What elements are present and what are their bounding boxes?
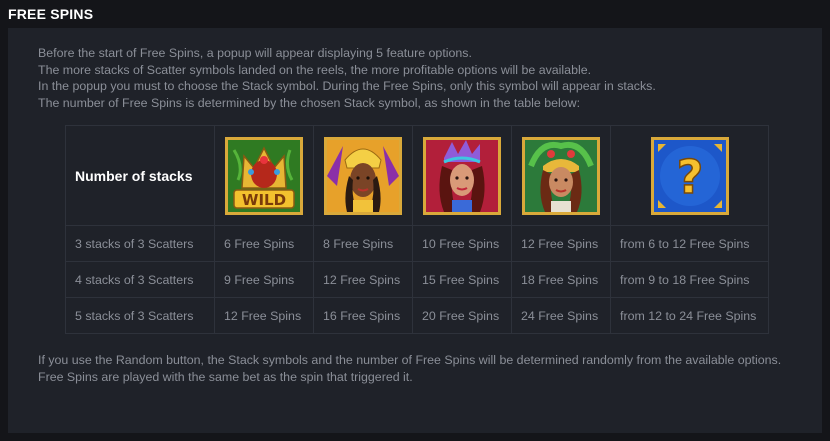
symbol-cell-random: ? [610,125,769,226]
intro-line: The more stacks of Scatter symbols lande… [38,62,592,77]
symbol-cell-yellow [313,125,413,226]
section-title: FREE SPINS [8,6,94,22]
spins-cell: 6 Free Spins [214,225,314,262]
stacks-cell: 4 stacks of 3 Scatters [65,261,215,298]
spins-cell: from 6 to 12 Free Spins [610,225,769,262]
red-dancer-icon [422,136,502,216]
intro-line: The number of Free Spins is determined b… [38,95,581,110]
section-header: FREE SPINS [0,0,830,28]
spins-cell: 18 Free Spins [511,261,611,298]
spins-cell: 8 Free Spins [313,225,413,262]
spins-cell: 12 Free Spins [511,225,611,262]
symbol-cell-wild: WILD [214,125,314,226]
table-row: 3 stacks of 3 Scatters 6 Free Spins 8 Fr… [65,225,769,262]
outro-line: If you use the Random button, the Stack … [38,353,782,367]
random-question-icon: ? [650,136,730,216]
spins-cell: 9 Free Spins [214,261,314,298]
spins-cell: 20 Free Spins [412,297,512,334]
wild-text: WILD [242,191,286,209]
symbol-cell-red [412,125,512,226]
question-mark: ? [676,150,703,204]
outro-text: If you use the Random button, the Stack … [38,352,808,385]
stacks-cell: 3 stacks of 3 Scatters [65,225,215,262]
spins-cell: 16 Free Spins [313,297,413,334]
spins-cell: 24 Free Spins [511,297,611,334]
symbol-cell-green [511,125,611,226]
table-row: 5 stacks of 3 Scatters 12 Free Spins 16 … [65,297,769,334]
spins-cell: from 12 to 24 Free Spins [610,297,769,334]
spins-cell: 12 Free Spins [313,261,413,298]
spins-cell: 10 Free Spins [412,225,512,262]
outro-line: Free Spins are played with the same bet … [38,369,413,384]
intro-line: In the popup you must to choose the Stac… [38,79,656,93]
wild-crown-icon: WILD [224,136,304,216]
intro-text: Before the start of Free Spins, a popup … [38,45,798,111]
spins-cell: 12 Free Spins [214,297,314,334]
table-row: 4 stacks of 3 Scatters 9 Free Spins 12 F… [65,261,769,298]
stacks-cell: 5 stacks of 3 Scatters [65,297,215,334]
green-dancer-icon [521,136,601,216]
table-header-row: Number of stacks WILD ? [65,125,769,226]
yellow-dancer-icon [323,136,403,216]
intro-line: Before the start of Free Spins, a popup … [38,46,472,60]
free-spins-panel: Before the start of Free Spins, a popup … [8,28,822,433]
spins-cell: 15 Free Spins [412,261,512,298]
number-of-stacks-header: Number of stacks [65,125,215,226]
free-spins-table: Number of stacks WILD ? 3 stacks of 3 Sc… [65,125,769,334]
spins-cell: from 9 to 18 Free Spins [610,261,769,298]
